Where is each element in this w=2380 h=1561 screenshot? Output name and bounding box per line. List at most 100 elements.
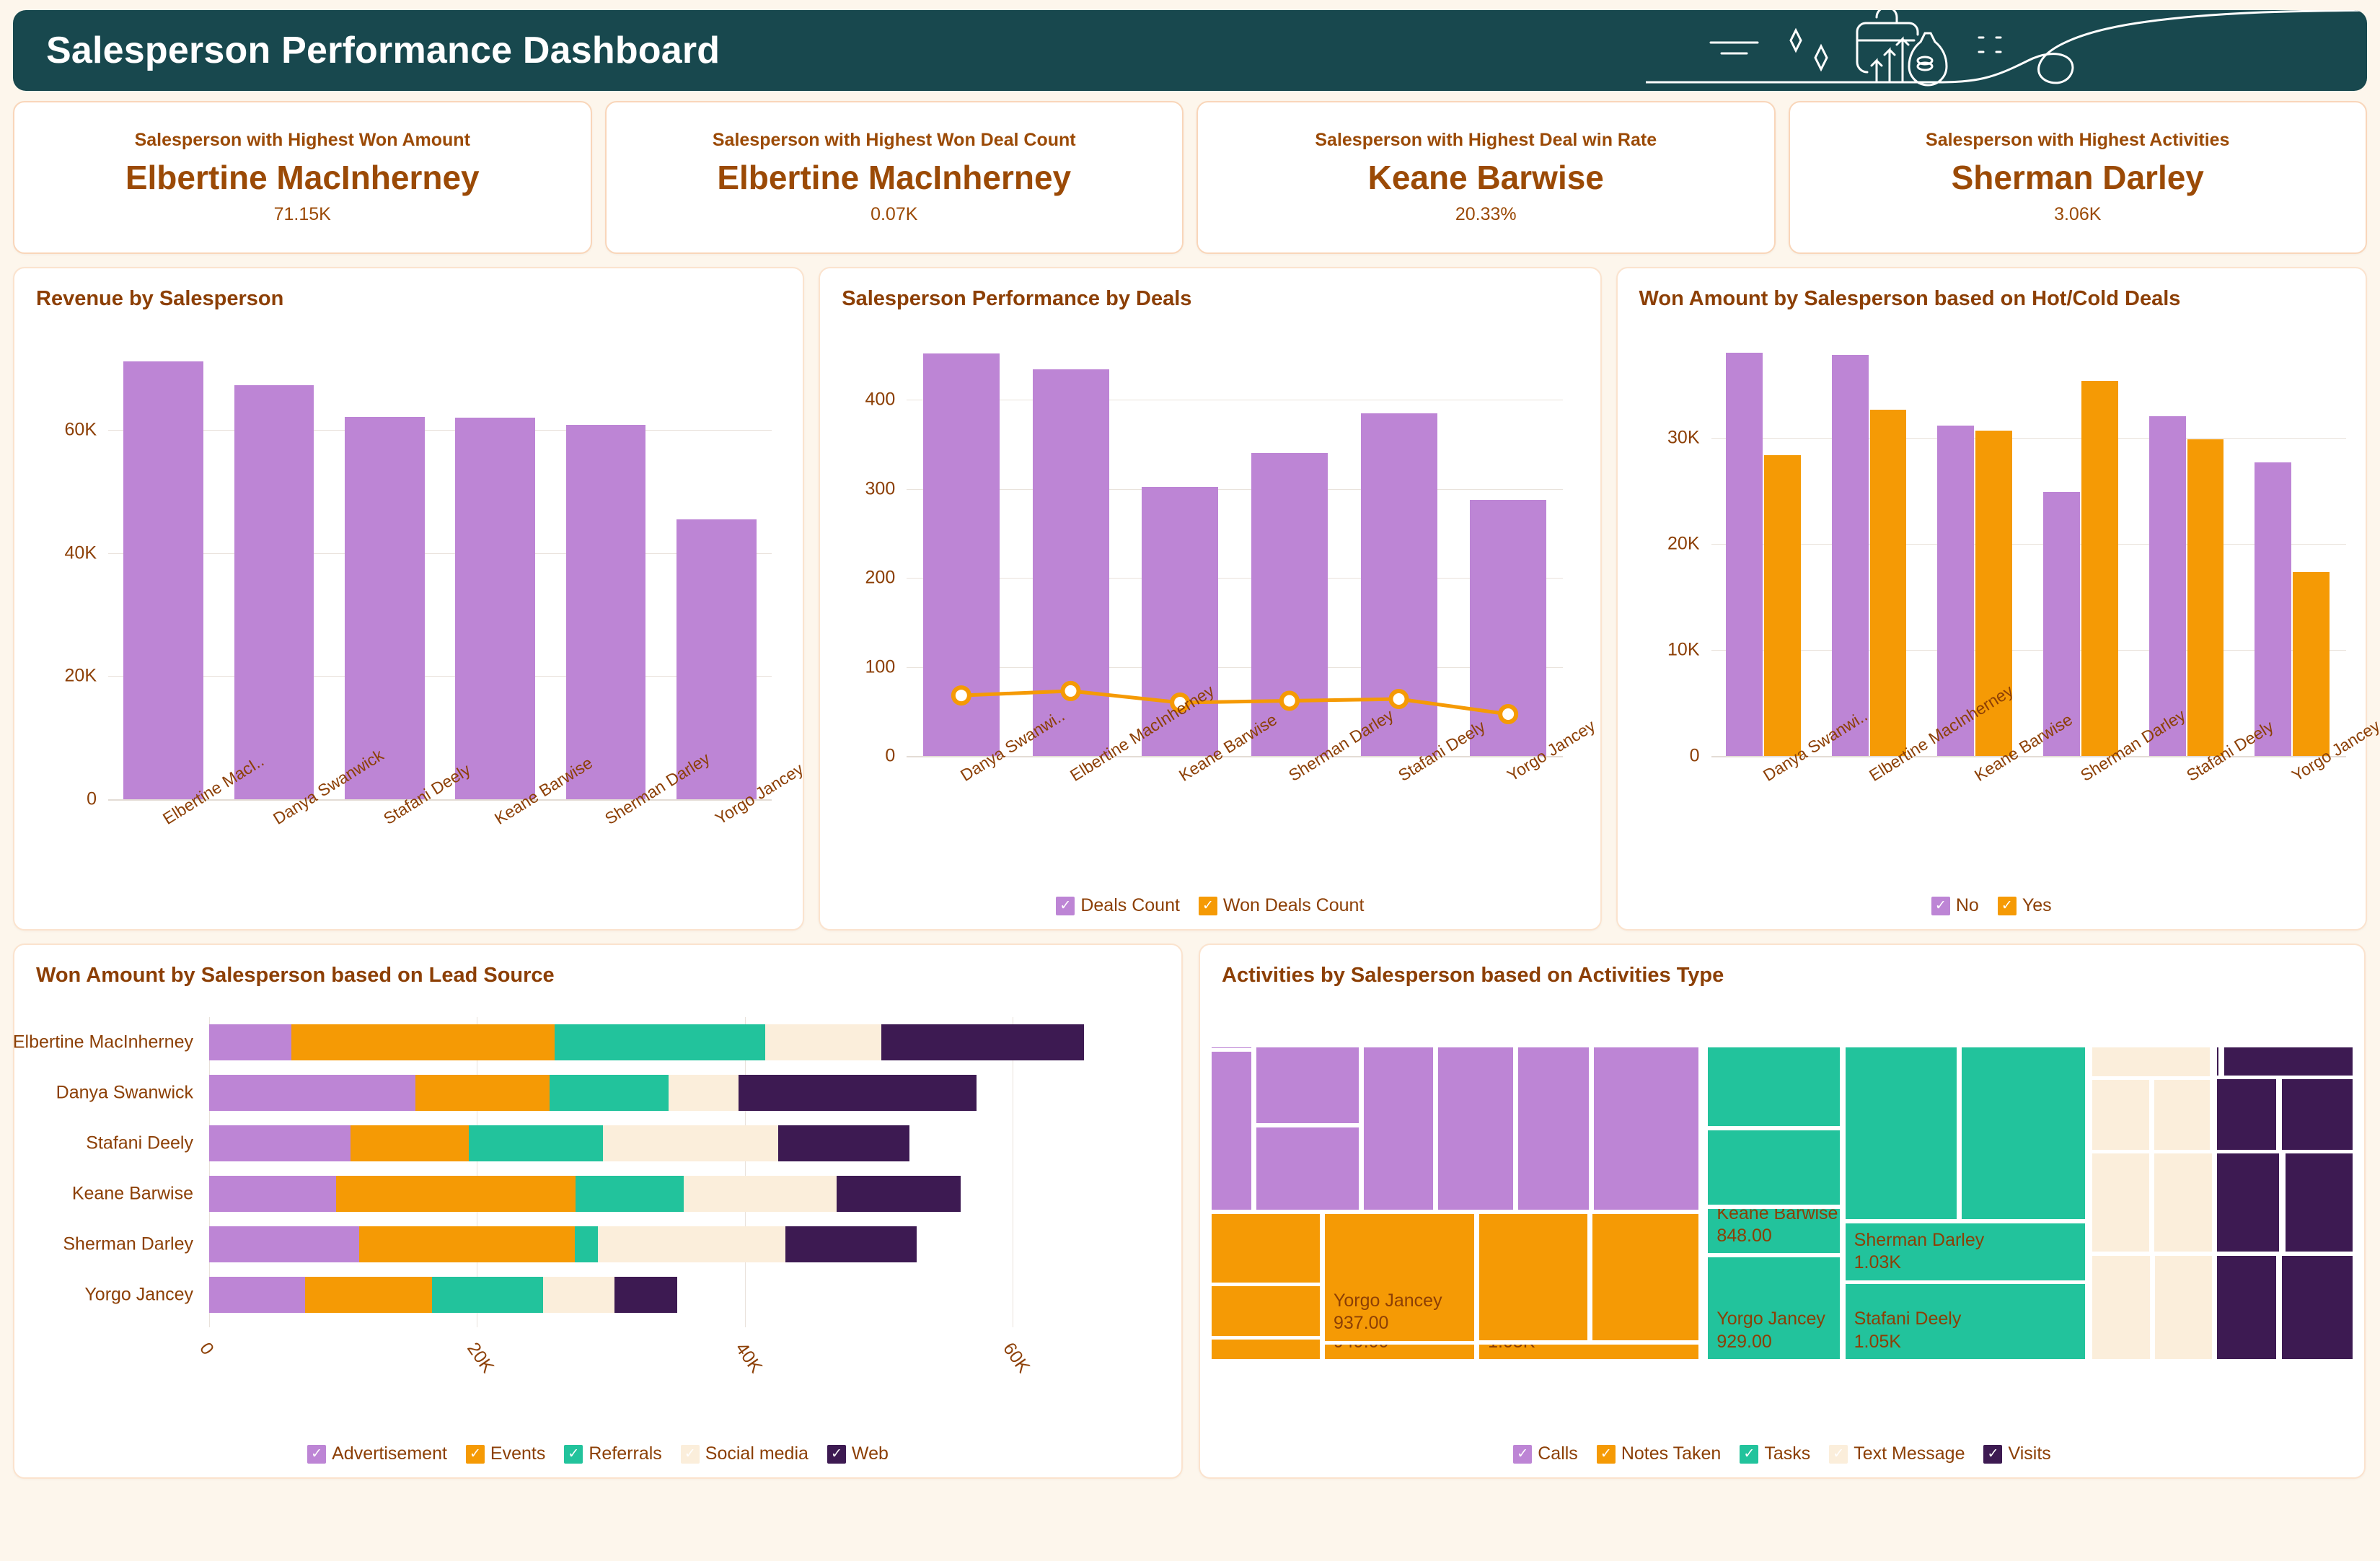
bar-segment[interactable]	[291, 1024, 555, 1061]
bar-segment[interactable]	[234, 384, 314, 799]
legend-swatch-checkbox[interactable]: ✓	[1983, 1444, 2003, 1464]
bar-segment[interactable]	[432, 1276, 544, 1314]
bar-segment[interactable]	[555, 1024, 765, 1061]
treemap-cell[interactable]	[2280, 1078, 2354, 1151]
chart-plot-activities-treemap[interactable]: Yorgo Jancey937.00 Danya Swanwick949.00 St…	[1210, 1046, 2354, 1360]
bar-segment[interactable]	[209, 1074, 415, 1112]
bar-segment[interactable]	[575, 1226, 598, 1263]
treemap-cell[interactable]	[1254, 1046, 1360, 1125]
legend-item-text-message[interactable]: ✓ Text Message	[1829, 1443, 1965, 1464]
treemap-cell[interactable]	[1706, 1129, 1842, 1206]
chart-legend-deals[interactable]: ✓ Deals Count ✓ Won Deals Count	[820, 895, 1600, 916]
bar-segment[interactable]	[785, 1226, 917, 1263]
chart-plot-revenue[interactable]: 0 20K 40K 60K Elbertine MacI.. Danya Swanwick…	[65, 338, 807, 828]
bar-segment[interactable]	[684, 1175, 837, 1213]
treemap-cell[interactable]	[1517, 1046, 1590, 1212]
legend-item-social-media[interactable]: ✓ Social media	[680, 1443, 808, 1464]
bar-segment[interactable]	[543, 1276, 614, 1314]
legend-item-tasks[interactable]: ✓ Tasks	[1740, 1443, 1810, 1464]
bar-segment[interactable]	[1869, 409, 1907, 756]
bar-segment[interactable]	[2293, 571, 2330, 756]
treemap-cell[interactable]	[1254, 1125, 1360, 1212]
bar-segment[interactable]	[1763, 455, 1801, 756]
kpi-card-highest-won-amount[interactable]: Salesperson with Highest Won Amount Elbe…	[13, 101, 592, 254]
bar-segment[interactable]	[345, 417, 425, 799]
bar-segment[interactable]	[881, 1024, 1084, 1061]
treemap-cell[interactable]	[2284, 1152, 2354, 1253]
chart-legend-activities[interactable]: ✓ Calls ✓ Notes Taken ✓ Tasks ✓ Text Message ✓ Vi…	[1200, 1443, 2364, 1464]
treemap-cell[interactable]	[1843, 1046, 1959, 1221]
table-row[interactable]	[209, 1226, 1147, 1263]
legend-item-deals-count[interactable]: ✓ Deals Count	[1056, 895, 1180, 916]
legend-swatch-checkbox[interactable]: ✓	[827, 1444, 846, 1464]
treemap-cell[interactable]	[2152, 1152, 2213, 1253]
table-row[interactable]	[209, 1125, 1147, 1162]
treemap-cell[interactable]	[2091, 1254, 2152, 1360]
treemap-cell[interactable]: Keane Barwise 848.00	[1706, 1207, 1842, 1255]
bar-segment[interactable]	[359, 1226, 575, 1263]
table-row[interactable]	[209, 1024, 1147, 1061]
treemap-cell[interactable]	[2216, 1152, 2281, 1253]
legend-item-no[interactable]: ✓ No	[1931, 895, 1979, 916]
bar-segment[interactable]	[669, 1074, 739, 1112]
legend-swatch-checkbox[interactable]: ✓	[1596, 1444, 1616, 1464]
bar-segment[interactable]	[335, 1175, 576, 1213]
table-row[interactable]	[209, 1276, 1147, 1314]
treemap-cell[interactable]	[1478, 1213, 1589, 1342]
treemap-cell[interactable]	[1210, 1284, 1321, 1337]
bar-segment[interactable]	[2081, 381, 2118, 756]
bar-segment[interactable]	[2255, 462, 2292, 756]
legend-swatch-checkbox[interactable]: ✓	[1740, 1444, 1759, 1464]
bar-segment[interactable]	[455, 417, 535, 799]
bar-segment[interactable]	[614, 1276, 678, 1314]
treemap-cell[interactable]	[2091, 1046, 2211, 1078]
legend-item-yes[interactable]: ✓ Yes	[1997, 895, 2052, 916]
chart-plot-hotcold[interactable]: 0 10K 20K 30K Danya Swanwi.. Elbertine MacInh…	[1667, 338, 2380, 785]
bar-segment[interactable]	[597, 1226, 785, 1263]
legend-item-events[interactable]: ✓ Events	[465, 1443, 545, 1464]
bar-segment[interactable]	[603, 1125, 779, 1162]
treemap-cell[interactable]	[1592, 1046, 1700, 1212]
treemap-cell[interactable]	[1706, 1046, 1842, 1128]
treemap-cell[interactable]	[1210, 1046, 1253, 1050]
treemap-cell[interactable]: Sherman Darley 1.03K	[1843, 1221, 2086, 1282]
treemap-cell[interactable]	[2280, 1254, 2354, 1360]
treemap-cell[interactable]	[1362, 1046, 1434, 1212]
legend-swatch-checkbox[interactable]: ✓	[680, 1444, 700, 1464]
treemap-cell[interactable]	[1591, 1213, 1700, 1342]
bar-segment[interactable]	[1831, 354, 1869, 756]
bar-segment[interactable]	[837, 1175, 961, 1213]
legend-item-web[interactable]: ✓ Web	[827, 1443, 889, 1464]
table-row[interactable]	[209, 1074, 1147, 1112]
legend-swatch-checkbox[interactable]: ✓	[465, 1444, 485, 1464]
treemap-cell[interactable]: Yorgo Jancey 937.00	[1323, 1213, 1476, 1342]
bar-segment[interactable]	[2148, 415, 2186, 756]
bar-segment[interactable]	[469, 1125, 603, 1162]
treemap-cell[interactable]	[2216, 1078, 2278, 1151]
bar-segment[interactable]	[1726, 352, 1763, 756]
legend-item-calls[interactable]: ✓ Calls	[1513, 1443, 1578, 1464]
treemap-cell[interactable]	[1210, 1050, 1253, 1212]
bar-segment[interactable]	[350, 1125, 470, 1162]
bar-segment[interactable]	[764, 1024, 882, 1061]
legend-swatch-checkbox[interactable]: ✓	[1931, 896, 1950, 915]
chart-legend-hotcold[interactable]: ✓ No ✓ Yes	[1618, 895, 2366, 916]
bar-segment[interactable]	[2187, 439, 2224, 756]
legend-swatch-checkbox[interactable]: ✓	[1829, 1444, 1848, 1464]
treemap-cell[interactable]	[2154, 1254, 2213, 1360]
table-row[interactable]	[209, 1175, 1147, 1213]
treemap-cell[interactable]	[2222, 1046, 2354, 1077]
treemap-cell[interactable]: Stafani Deely1.05K	[1478, 1342, 1700, 1360]
treemap-cell[interactable]	[1210, 1338, 1321, 1360]
treemap-cell[interactable]	[2216, 1254, 2278, 1360]
bar-segment[interactable]	[209, 1175, 336, 1213]
legend-swatch-checkbox[interactable]: ✓	[1513, 1444, 1533, 1464]
legend-swatch-checkbox[interactable]: ✓	[1198, 896, 1217, 915]
bar-segment[interactable]	[209, 1024, 292, 1061]
legend-item-visits[interactable]: ✓ Visits	[1983, 1443, 2051, 1464]
legend-item-notes-taken[interactable]: ✓ Notes Taken	[1596, 1443, 1721, 1464]
legend-item-advertisement[interactable]: ✓ Advertisement	[307, 1443, 447, 1464]
bar-segment[interactable]	[415, 1074, 550, 1112]
chart-plot-leadsource[interactable]: 0 20K 40K 60K Elbertine MacInherney Danya Swa…	[13, 1017, 1147, 1376]
bar-segment[interactable]	[123, 361, 203, 799]
